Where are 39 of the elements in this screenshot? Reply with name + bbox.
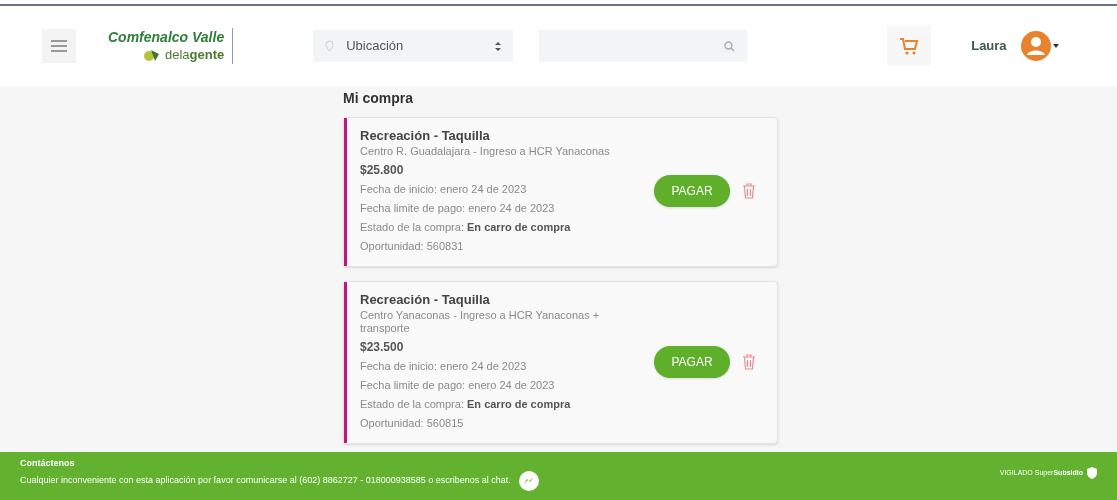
start-date-text: Fecha de inicio: enero 24 de 2023 [360,182,528,197]
trash-icon[interactable] [743,183,755,199]
user-name: Laura [971,37,1007,56]
search-icon [724,40,736,52]
contact-message: Cualquier inconveniente con esta aplicación por favor comunicarse al (602) 8862727 - 018000938585 o escribenos al chat. [20,473,511,487]
brand-logo-text: Comfenalco Valle [108,29,225,47]
user-avatar-icon [1020,31,1051,61]
card-title: Recreación - Taquilla [360,127,491,145]
tagline-text: delagente [164,46,225,63]
location-select[interactable]: Ubicación [313,30,514,62]
start-date-text: Fecha de inicio: enero 24 de 2023 [360,359,528,374]
card-title: Recreación - Taquilla [360,291,491,309]
location-pin-icon [325,40,335,52]
trash-icon[interactable] [743,353,755,370]
cart-icon [899,36,920,56]
user-menu-button[interactable] [1020,31,1059,61]
venue-text: Centro R. Guadalajara - Ingreso a HCR Yanaconas [360,145,611,158]
logo-icon [142,47,161,62]
sort-arrows-icon [495,41,502,51]
status-text: Estado de la compra: En carro de compra [360,220,572,235]
menu-button[interactable] [42,29,76,63]
venue-text: Centro Yanaconas - Ingreso a HCR Yanaconas + transporte [360,309,601,335]
deadline-text: Fecha limite de pago: enero 24 de 2023 [360,201,556,216]
chat-icon[interactable] [518,470,539,491]
caret-icon [1052,44,1059,48]
opportunity-text: Oportunidad: 560831 [360,239,465,254]
status-text: Estado de la compra: En carro de compra [360,397,572,412]
opportunity-text: Oportunidad: 560815 [360,416,465,431]
price-text: $23.500 [360,339,405,356]
price-text: $25.800 [360,162,405,179]
cart-button[interactable] [887,26,932,66]
pay-button[interactable]: PAGAR [654,175,730,207]
menu-icon [51,40,67,52]
search-field[interactable] [539,30,748,62]
footer-heading: Contáctenos [20,457,76,470]
page-title: Mi compra [343,89,414,108]
deadline-text: Fecha limite de pago: enero 24 de 2023 [360,378,556,393]
pay-button[interactable]: PAGAR [654,345,730,378]
shield-icon [1087,467,1097,479]
